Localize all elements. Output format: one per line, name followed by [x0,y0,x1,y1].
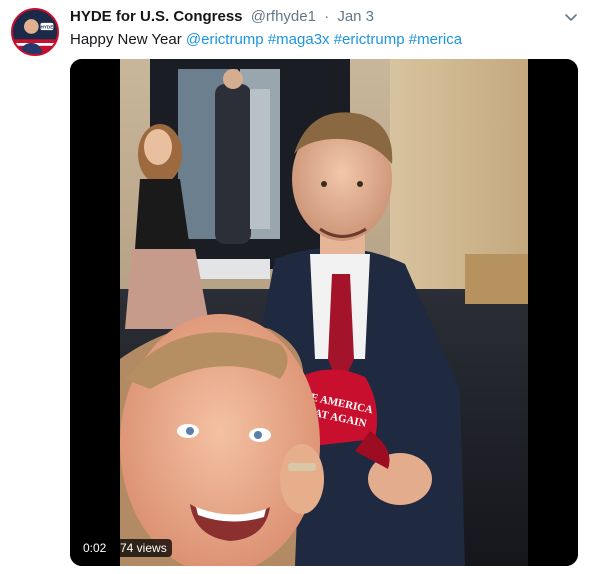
video-view-count: 74 views [115,539,172,557]
video-frame: MAKE AMERICA GREAT AGAIN [70,59,578,566]
chevron-down-icon[interactable] [562,8,580,26]
tweet-card[interactable]: HYDE HYDE for U.S. Congress @rfhyde1 · J… [0,0,595,574]
separator-dot: · [324,8,330,25]
svg-text:HYDE: HYDE [41,24,54,29]
video-elapsed-time: 0:02 [78,539,112,557]
hashtag-maga3x[interactable]: #maga3x [268,31,330,48]
tweet-header: HYDE for U.S. Congress @rfhyde1 · Jan 3 [70,8,374,26]
author-name[interactable]: HYDE for U.S. Congress [70,8,243,25]
tweet-text: Happy New Year @erictrump #maga3x #erict… [70,30,462,50]
avatar-image: HYDE [13,10,57,54]
profile-avatar[interactable]: HYDE [11,8,59,56]
author-handle[interactable]: @rfhyde1 [251,8,316,25]
hashtag-merica[interactable]: #merica [409,31,462,48]
video-player[interactable]: MAKE AMERICA GREAT AGAIN 0:02 74 views [70,59,578,566]
hashtag-erictrump[interactable]: #erictrump [334,31,405,48]
mention-erictrump[interactable]: @erictrump [186,31,264,48]
tweet-date[interactable]: Jan 3 [337,8,374,25]
tweet-text-prefix: Happy New Year [70,31,186,48]
